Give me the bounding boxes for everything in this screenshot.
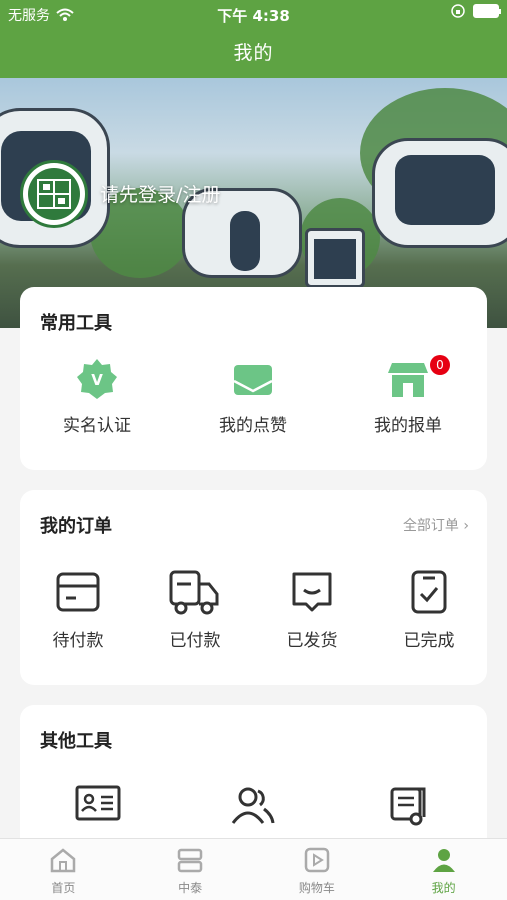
common-tools-title: 常用工具 [40,313,112,334]
tool-label: 实名认证 [63,416,131,436]
store-icon [388,363,428,397]
layers-icon [177,848,203,873]
banner-pod [305,228,365,288]
tab-zhongtai[interactable]: 中泰 [127,839,254,900]
verified-badge-icon: V [77,359,117,399]
tab-label: 我的 [431,881,456,895]
document-scroll-icon [390,787,426,826]
other-tools-card: 其他工具 [20,705,487,855]
card-icon [56,572,100,612]
other-tool-users[interactable] [178,785,328,825]
status-bar: 无服务 下午 4:38 [0,0,507,26]
clipboard-check-icon [411,570,447,614]
bottom-tab-bar: 首页 中泰 购物车 我的 [0,838,507,900]
envelope-icon [233,365,273,395]
other-tools-title: 其他工具 [40,731,112,752]
logo-icon [37,179,71,209]
order-label: 已完成 [403,631,455,651]
person-icon [432,849,455,872]
orders-card: 我的订单 全部订单 › 待付款 已付款 已发货 已完成 [20,490,487,685]
svg-text:V: V [91,371,103,389]
status-time: 下午 4:38 [217,7,290,25]
orientation-lock-icon [451,4,465,18]
app-header: 无服务 下午 4:38 我的 [0,0,507,78]
tool-real-name-verify[interactable]: V 实名认证 [22,357,172,436]
users-icon [231,787,275,824]
page-title: 我的 [233,42,274,64]
order-completed[interactable]: 已完成 [354,568,504,651]
report-count-badge: 0 [430,355,450,375]
all-orders-link[interactable]: 全部订单 › [403,515,469,535]
orders-title: 我的订单 [40,516,112,537]
tool-my-reports[interactable]: 我的报单 [333,357,483,436]
play-box-icon [304,847,330,873]
tool-label: 我的点赞 [219,416,287,436]
avatar[interactable] [20,160,88,228]
tool-label: 我的报单 [374,416,442,436]
truck-icon [169,570,219,615]
message-box-icon [292,572,332,612]
home-icon [51,848,76,873]
id-card-icon [75,785,121,821]
tab-home[interactable]: 首页 [0,839,127,900]
battery-icon [473,4,501,18]
tab-mine[interactable]: 我的 [380,839,507,900]
tab-label: 中泰 [178,881,203,895]
login-register-link[interactable]: 请先登录/注册 [100,180,220,207]
tool-my-likes[interactable]: 我的点赞 [178,357,328,436]
tab-label: 购物车 [298,881,335,895]
banner-pod [372,138,507,248]
common-tools-card: 常用工具 V 实名认证 我的点赞 我的报单 0 [20,287,487,470]
tab-label: 首页 [51,881,76,895]
tab-cart[interactable]: 购物车 [254,839,381,900]
other-tool-id-card[interactable] [23,785,173,821]
other-tool-document[interactable] [333,785,483,827]
